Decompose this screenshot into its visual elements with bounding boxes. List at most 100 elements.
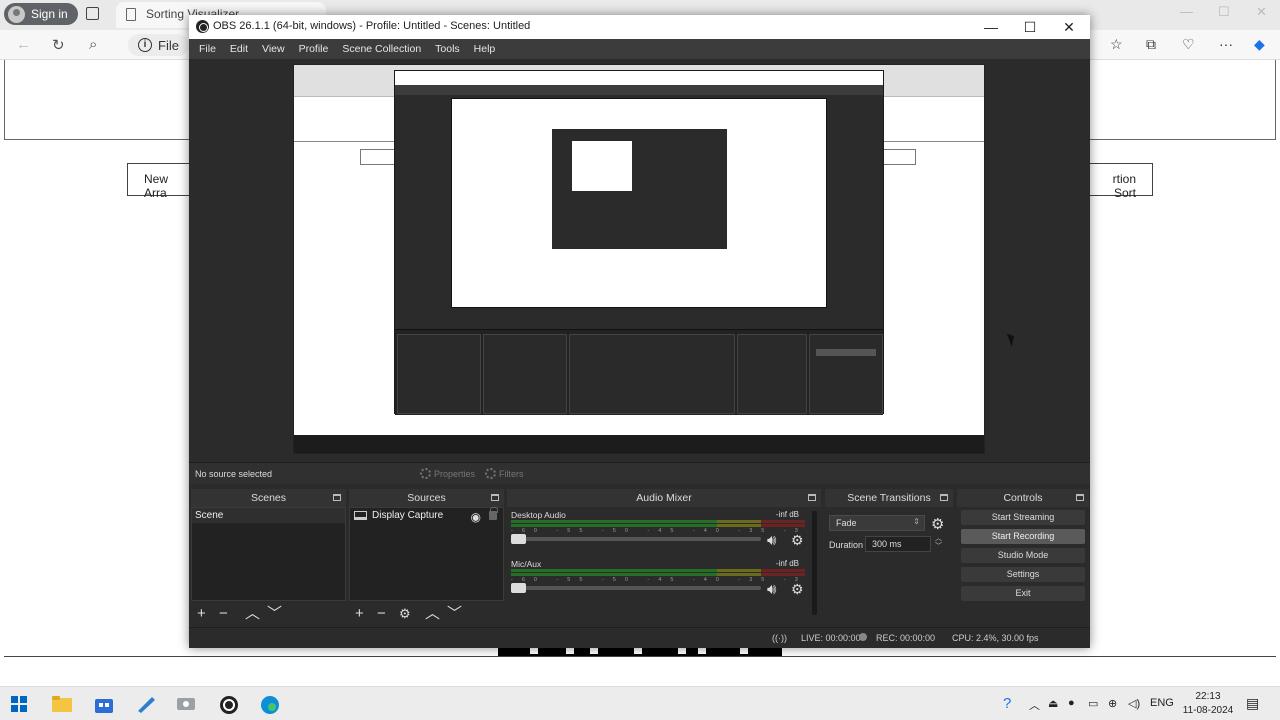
profile-signin-button[interactable]: Sign in	[4, 3, 78, 25]
network-icon[interactable]: ⊕	[1108, 697, 1117, 710]
audio-mixer-title: Audio Mixer	[636, 492, 692, 504]
back-icon[interactable]: ←	[16, 36, 31, 53]
slider-knob[interactable]	[511, 534, 526, 544]
preview-area[interactable]	[189, 59, 1090, 462]
undock-icon[interactable]	[940, 494, 948, 501]
filters-button[interactable]: Filters	[485, 468, 524, 479]
system-clock[interactable]: 22:13 11-08-2024	[1178, 690, 1238, 718]
properties-button[interactable]: Properties	[420, 468, 475, 479]
obs-logo-icon	[196, 20, 209, 33]
help-icon[interactable]: ?	[1003, 695, 1011, 712]
rec-dot-icon	[859, 633, 867, 641]
scenes-header: Scenes	[191, 489, 346, 507]
favorites-icon[interactable]: ☆	[1110, 36, 1123, 53]
volume-slider[interactable]	[511, 583, 761, 593]
no-source-label: No source selected	[195, 469, 273, 479]
menu-profile[interactable]: Profile	[293, 39, 337, 59]
start-windows-icon[interactable]	[11, 696, 29, 714]
transition-select[interactable]: Fade ⇕	[829, 515, 925, 531]
address-bar[interactable]: i File	[128, 34, 189, 56]
sources-dock: Sources Display Capture ◉ + − ⚙ ︿ ﹀	[349, 489, 504, 627]
channel-name: Mic/Aux	[511, 559, 542, 569]
captured-mixer	[569, 334, 735, 414]
language-indicator[interactable]: ENG	[1150, 697, 1174, 709]
gear-icon[interactable]: ⚙	[931, 515, 944, 533]
usb-icon[interactable]: ⏏	[1048, 697, 1058, 710]
menu-help[interactable]: Help	[468, 39, 504, 59]
scene-item[interactable]: Scene	[192, 508, 345, 523]
browser-close-icon[interactable]: ✕	[1256, 4, 1267, 20]
volume-icon[interactable]: ◁)	[1128, 697, 1140, 710]
obs-window-title: OBS 26.1.1 (64-bit, windows) - Profile: …	[213, 20, 531, 32]
screenshot-app-icon[interactable]	[176, 695, 195, 713]
gear-icon[interactable]: ⚙	[791, 532, 804, 549]
gear-icon[interactable]: ⚙	[791, 581, 804, 598]
volume-slider[interactable]	[511, 534, 761, 544]
undock-icon[interactable]	[491, 494, 499, 501]
browser-essentials-icon[interactable]: ♡	[1182, 36, 1195, 53]
undock-icon[interactable]	[333, 494, 341, 501]
menu-file[interactable]: File	[193, 39, 224, 59]
source-item[interactable]: Display Capture ◉	[350, 507, 503, 524]
menu-scene-collection[interactable]: Scene Collection	[336, 39, 429, 59]
source-properties-icon[interactable]: ⚙	[399, 606, 411, 622]
search-icon[interactable]: ⌕	[89, 36, 97, 53]
windows-taskbar: ? ︿ ⏏ ● ▭ ⊕ ◁) ENG 22:13 11-08-2024 ▤	[0, 686, 1280, 720]
move-down-icon[interactable]: ﹀	[447, 606, 462, 622]
start-recording-button[interactable]: Start Recording	[961, 529, 1085, 544]
obs-taskbar-icon[interactable]	[219, 695, 238, 714]
tab-actions-icon[interactable]	[86, 7, 99, 20]
remove-source-icon[interactable]: −	[377, 606, 386, 622]
move-up-icon[interactable]: ︿	[425, 606, 440, 622]
add-source-icon[interactable]: +	[355, 606, 364, 622]
store-icon[interactable]	[94, 695, 113, 713]
chevron-up-icon[interactable]: ︿	[1029, 697, 1040, 713]
monitor-icon	[354, 511, 367, 520]
start-streaming-button[interactable]: Start Streaming	[961, 510, 1085, 525]
minimize-icon[interactable]: —	[971, 15, 1011, 39]
captured-controls	[809, 334, 883, 414]
refresh-icon[interactable]: ↻	[52, 36, 65, 54]
obs-statusbar: ((·)) LIVE: 00:00:00 REC: 00:00:00 CPU: …	[189, 627, 1090, 648]
sources-title: Sources	[407, 492, 446, 504]
menu-edit[interactable]: Edit	[224, 39, 256, 59]
undock-icon[interactable]	[1076, 494, 1084, 501]
slider-knob[interactable]	[511, 583, 526, 593]
exit-button[interactable]: Exit	[961, 586, 1085, 601]
maximize-icon[interactable]: ☐	[1010, 15, 1050, 39]
new-array-button[interactable]: New Arra	[127, 163, 197, 200]
settings-button[interactable]: Settings	[961, 567, 1085, 582]
speaker-icon[interactable]: 🔊︎	[767, 532, 776, 549]
spin-buttons[interactable]: ︿ ﹀	[935, 535, 942, 551]
move-down-icon[interactable]: ﹀	[267, 606, 282, 622]
clock-time: 22:13	[1195, 691, 1221, 702]
mixer-scrollbar[interactable]	[812, 511, 817, 615]
studio-mode-button[interactable]: Studio Mode	[961, 548, 1085, 563]
menu-tools[interactable]: Tools	[429, 39, 468, 59]
lock-icon[interactable]	[489, 507, 498, 520]
close-icon[interactable]: ✕	[1049, 15, 1089, 39]
pen-app-icon[interactable]	[136, 695, 155, 713]
undock-icon[interactable]	[808, 494, 816, 501]
collections-icon[interactable]: ⧉	[1146, 36, 1156, 53]
copilot-icon[interactable]: ◆	[1254, 36, 1265, 53]
more-menu-icon[interactable]: ···	[1219, 36, 1233, 52]
notification-icon[interactable]: ▤	[1246, 695, 1259, 712]
duration-input[interactable]: 300 ms	[865, 536, 931, 552]
microphone-icon[interactable]: ●	[1068, 697, 1075, 709]
display-icon[interactable]: ▭	[1088, 697, 1098, 710]
insertion-sort-button[interactable]: rtion Sort	[1080, 163, 1153, 200]
move-up-icon[interactable]: ︿	[245, 606, 260, 622]
add-scene-icon[interactable]: +	[197, 606, 206, 622]
browser-minimize-icon[interactable]: —	[1180, 4, 1193, 19]
eye-icon[interactable]: ◉	[471, 510, 481, 524]
scene-transitions-dock: Scene Transitions Fade ⇕ ⚙ Duration 300 m…	[825, 489, 953, 627]
filter-icon	[485, 468, 496, 479]
volume-meter	[511, 573, 805, 576]
speaker-icon[interactable]: 🔊︎	[767, 581, 776, 598]
menu-view[interactable]: View	[256, 39, 293, 59]
browser-maximize-icon[interactable]: ☐	[1218, 4, 1230, 20]
file-explorer-icon[interactable]	[52, 695, 72, 713]
edge-icon[interactable]	[260, 695, 279, 714]
remove-scene-icon[interactable]: −	[219, 606, 228, 622]
